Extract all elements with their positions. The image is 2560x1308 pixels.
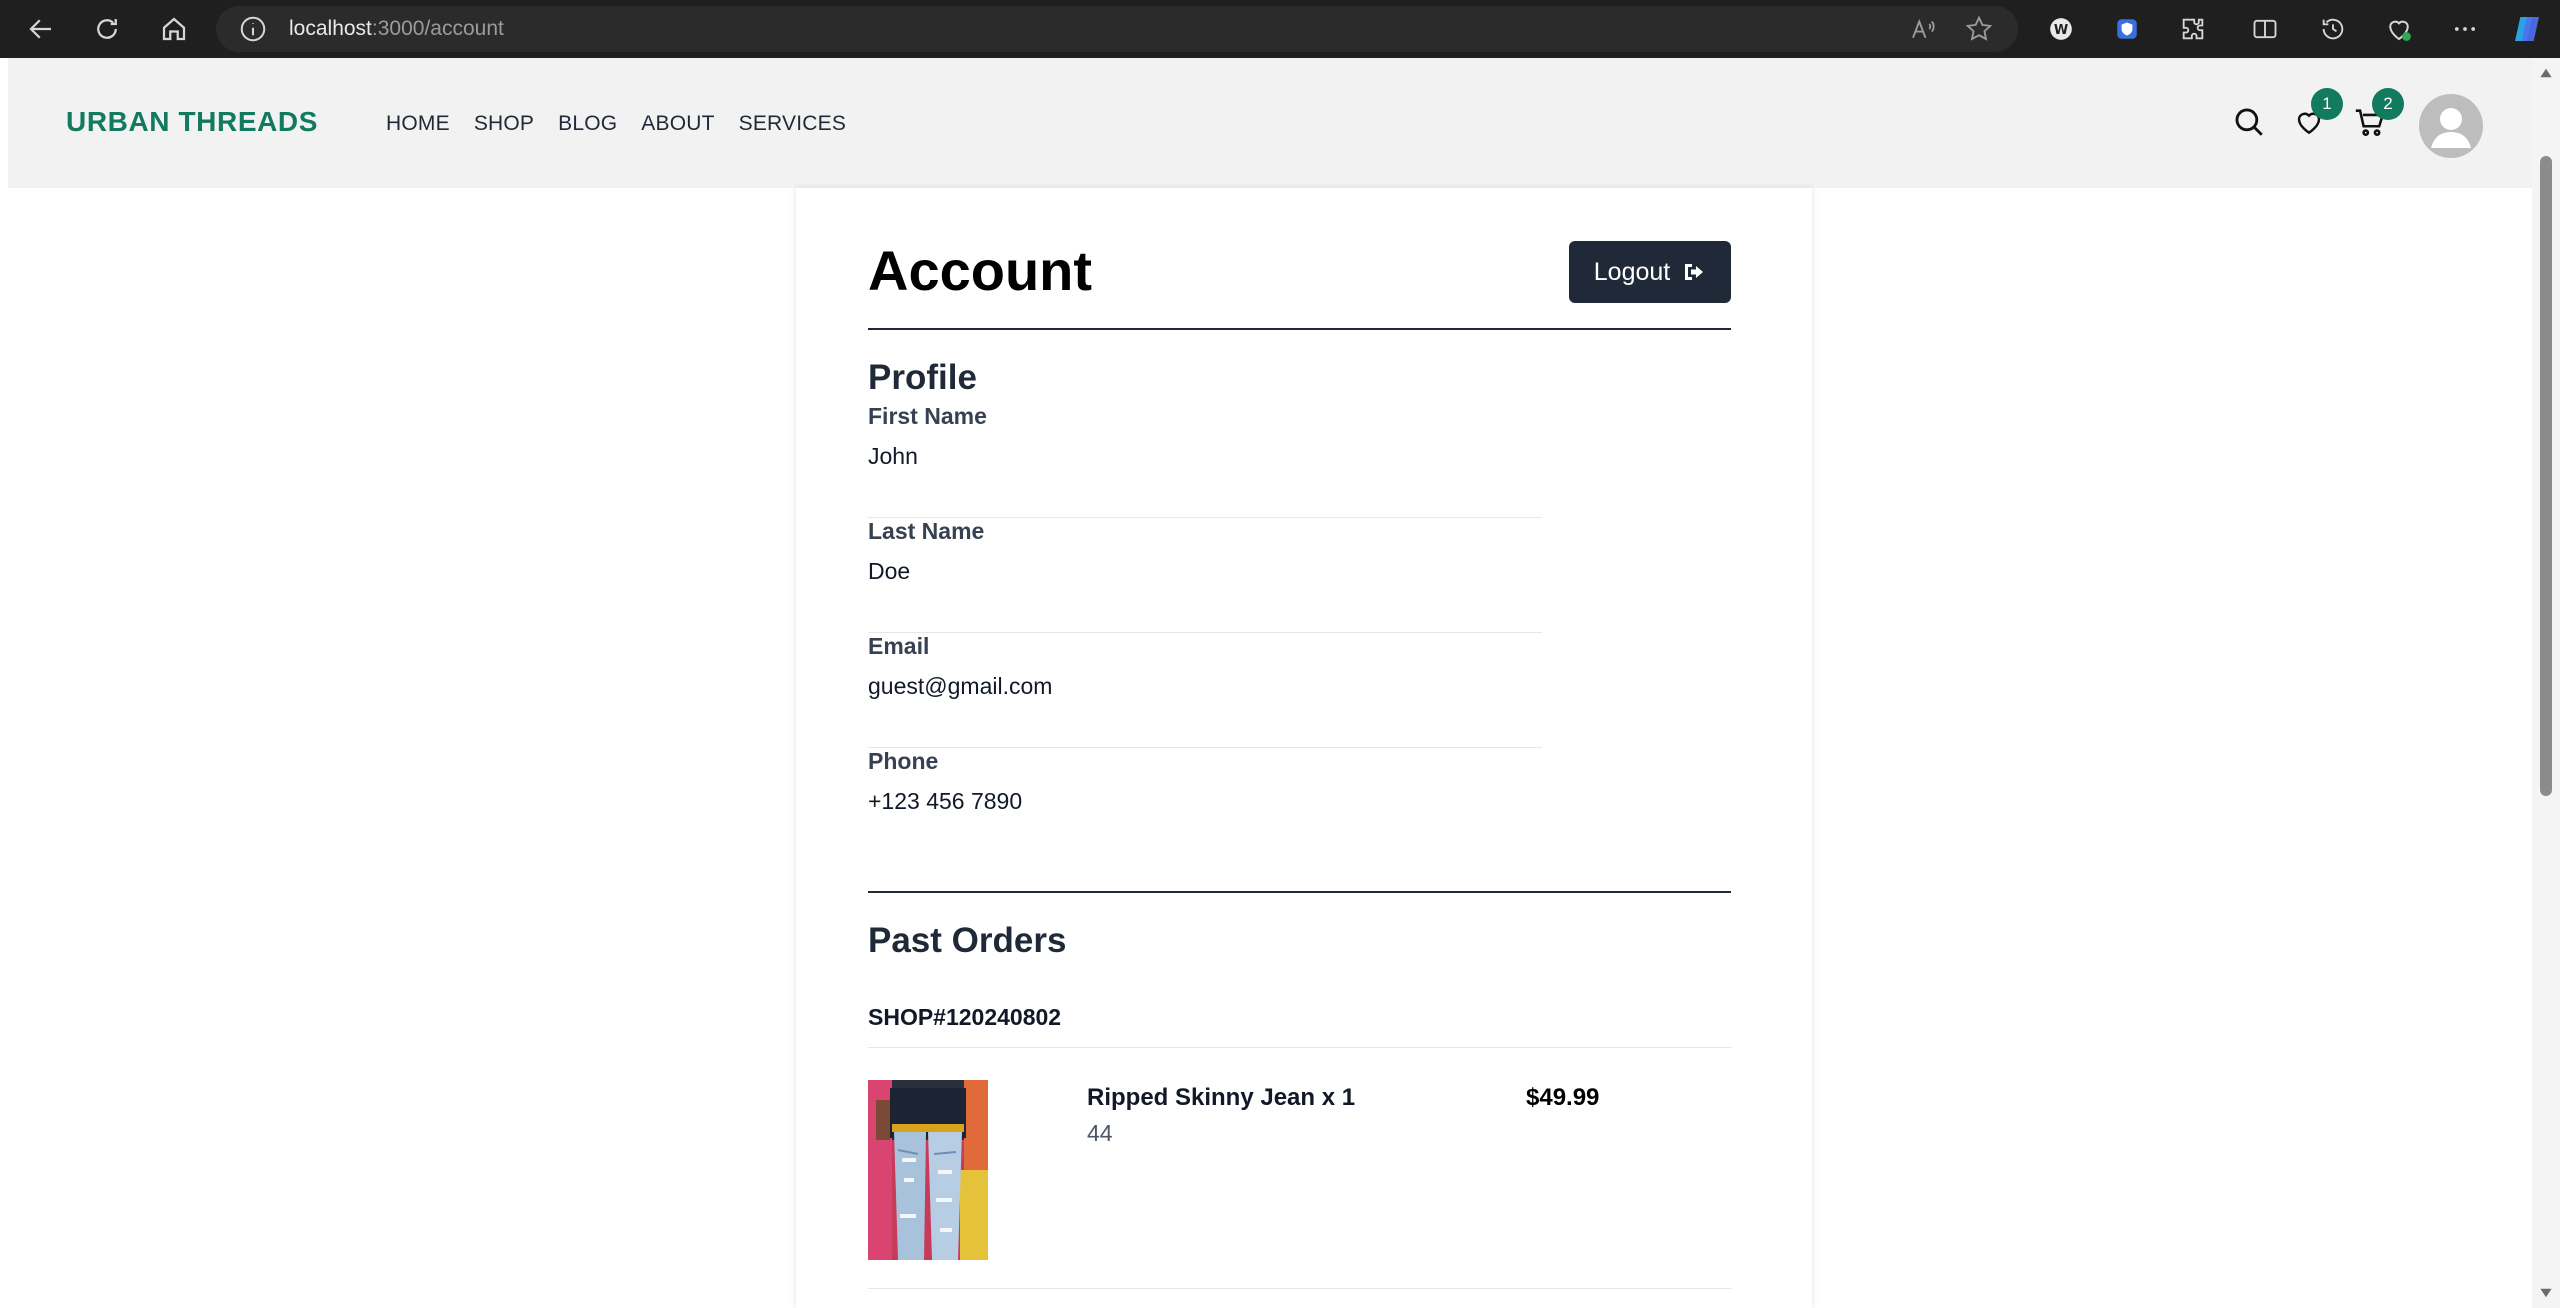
site-info-icon[interactable] bbox=[238, 14, 268, 44]
order-item-price: $49.99 bbox=[1526, 1084, 1600, 1111]
nav-shop[interactable]: SHOP bbox=[474, 112, 534, 136]
field-label: First Name bbox=[868, 403, 987, 429]
scroll-down-arrow-icon[interactable] bbox=[2539, 1286, 2553, 1300]
field-label: Last Name bbox=[868, 518, 985, 544]
field-label: Email bbox=[868, 633, 930, 659]
profile-heading: Profile bbox=[868, 358, 977, 397]
site-header: URBAN THREADS HOME SHOP BLOG ABOUT SERVI… bbox=[8, 58, 2532, 188]
wishlist-count-badge: 1 bbox=[2311, 88, 2343, 120]
title-divider bbox=[868, 328, 1731, 330]
order-item-name[interactable]: Ripped Skinny Jean x 1 bbox=[1087, 1084, 1355, 1112]
field-value: guest@gmail.com bbox=[868, 673, 1053, 699]
home-icon[interactable] bbox=[155, 10, 193, 48]
field-value: +123 456 7890 bbox=[868, 788, 1023, 814]
extensions-puzzle-icon[interactable] bbox=[2176, 12, 2210, 46]
history-icon[interactable] bbox=[2316, 12, 2350, 46]
field-label: Phone bbox=[868, 748, 939, 774]
first-name-field: First Name John bbox=[868, 403, 1542, 518]
past-orders-heading: Past Orders bbox=[868, 921, 1067, 960]
page-viewport: URBAN THREADS HOME SHOP BLOG ABOUT SERVI… bbox=[8, 58, 2532, 1308]
nav-blog[interactable]: BLOG bbox=[558, 112, 617, 136]
account-panel: Account Logout Profile First Name John L… bbox=[796, 188, 1812, 1308]
extension-shield-icon[interactable] bbox=[2110, 12, 2144, 46]
nav-home[interactable]: HOME bbox=[386, 112, 450, 136]
favorite-star-icon[interactable] bbox=[1964, 14, 1994, 44]
scroll-thumb[interactable] bbox=[2540, 156, 2552, 796]
product-thumbnail[interactable] bbox=[868, 1080, 988, 1260]
copilot-icon[interactable] bbox=[2510, 12, 2544, 46]
nav-about[interactable]: ABOUT bbox=[641, 112, 714, 136]
browser-toolbar: localhost:3000/account W bbox=[0, 0, 2560, 58]
back-arrow-icon[interactable] bbox=[22, 10, 60, 48]
logout-icon bbox=[1685, 264, 1704, 280]
page-scrollbar[interactable] bbox=[2532, 58, 2560, 1308]
user-avatar[interactable] bbox=[2419, 94, 2483, 158]
logout-label: Logout bbox=[1593, 257, 1671, 286]
site-logo[interactable]: URBAN THREADS bbox=[66, 106, 318, 138]
phone-field: Phone +123 456 7890 bbox=[868, 748, 1542, 863]
page-title: Account bbox=[868, 239, 1092, 302]
order-id: SHOP#120240802 bbox=[868, 1004, 1062, 1030]
field-value: John bbox=[868, 443, 918, 469]
main-nav: HOME SHOP BLOG ABOUT SERVICES bbox=[386, 112, 846, 136]
search-icon[interactable] bbox=[2229, 102, 2269, 142]
scroll-up-arrow-icon[interactable] bbox=[2539, 66, 2553, 80]
order-divider bbox=[868, 1047, 1731, 1048]
profile-divider bbox=[868, 891, 1731, 893]
logout-button[interactable]: Logout bbox=[1569, 241, 1731, 303]
split-screen-icon[interactable] bbox=[2248, 12, 2282, 46]
svg-text:W: W bbox=[2054, 23, 2068, 38]
last-name-field: Last Name Doe bbox=[868, 518, 1542, 633]
read-aloud-icon[interactable] bbox=[1908, 14, 1938, 44]
order-item-size: 44 bbox=[1087, 1120, 1113, 1146]
email-field: Email guest@gmail.com bbox=[868, 633, 1542, 748]
address-bar[interactable]: localhost:3000/account bbox=[216, 6, 2018, 52]
order-item-divider bbox=[868, 1288, 1731, 1289]
nav-services[interactable]: SERVICES bbox=[739, 112, 846, 136]
field-value: Doe bbox=[868, 558, 911, 584]
extension-w-icon[interactable]: W bbox=[2044, 12, 2078, 46]
browser-essentials-icon[interactable] bbox=[2382, 12, 2416, 46]
url-text[interactable]: localhost:3000/account bbox=[289, 17, 504, 41]
cart-count-badge: 2 bbox=[2372, 88, 2404, 120]
refresh-icon[interactable] bbox=[88, 10, 126, 48]
more-menu-icon[interactable] bbox=[2448, 12, 2482, 46]
